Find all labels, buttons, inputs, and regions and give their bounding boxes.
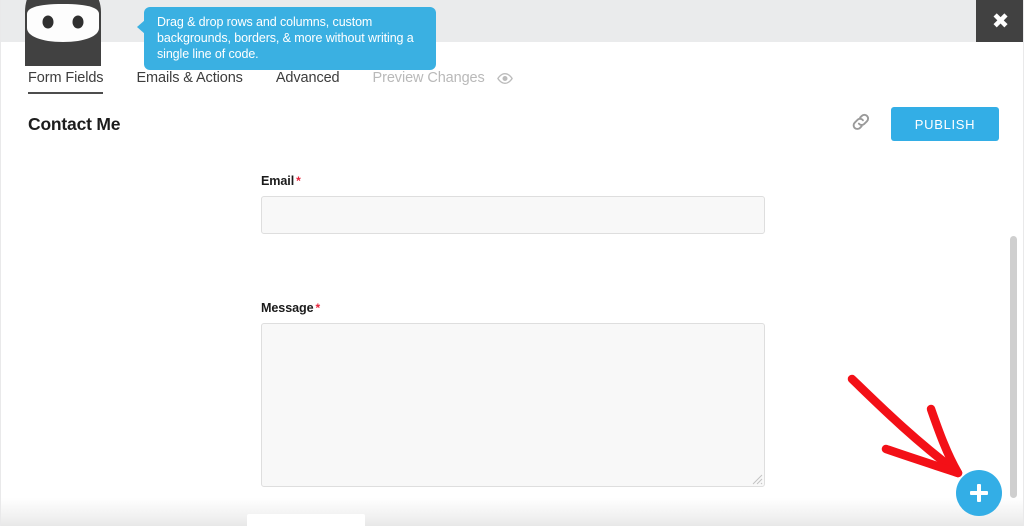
message-label-text: Message (261, 301, 314, 315)
add-field-fab[interactable] (956, 470, 1002, 516)
eye-icon (496, 72, 513, 88)
close-icon: ✖ (991, 8, 1010, 33)
email-field-label: Email * (261, 174, 765, 188)
tab-advanced[interactable]: Advanced (276, 70, 340, 94)
top-bar: Drag & drop rows and columns, custom bac… (1, 0, 1023, 70)
tab-form-fields[interactable]: Form Fields (28, 70, 104, 94)
email-input[interactable] (261, 196, 765, 234)
bottom-peeking-card (247, 514, 365, 526)
email-required-mark: * (296, 174, 301, 188)
annotation-arrow (847, 374, 963, 478)
form-field-message[interactable]: Message * (261, 301, 765, 487)
close-button[interactable]: ✖ (976, 0, 1023, 42)
tab-form-fields-label: Form Fields (28, 70, 104, 86)
vertical-scrollbar[interactable] (1010, 104, 1022, 526)
form-field-email[interactable]: Email * (261, 174, 765, 234)
message-textarea[interactable] (261, 323, 765, 487)
form-canvas: Email * Message * (261, 174, 765, 487)
field-spacer (261, 234, 765, 301)
tab-emails-actions[interactable]: Emails & Actions (136, 70, 242, 94)
message-field-label: Message * (261, 301, 765, 315)
tab-preview-changes[interactable]: Preview Changes (373, 70, 513, 96)
tab-advanced-label: Advanced (275, 70, 340, 86)
form-title: Contact Me (28, 114, 121, 134)
message-textarea-wrap (261, 323, 765, 487)
chain-link-icon[interactable] (849, 110, 873, 139)
bottom-panel-fade (1, 498, 1023, 526)
publish-button[interactable]: PUBLISH (891, 107, 999, 141)
scrollbar-thumb[interactable] (1010, 236, 1017, 498)
header-actions: PUBLISH (849, 107, 999, 141)
builder-tabs: Form Fields Emails & Actions Advanced Pr… (28, 70, 546, 96)
plus-icon (970, 484, 988, 502)
builder-header: Form Fields Emails & Actions Advanced Pr… (1, 42, 1023, 141)
message-required-mark: * (315, 301, 321, 315)
tab-preview-changes-label: Preview Changes (372, 70, 485, 86)
form-builder-window: Drag & drop rows and columns, custom bac… (0, 0, 1024, 526)
tab-emails-actions-label: Emails & Actions (136, 70, 243, 86)
email-label-text: Email (261, 174, 295, 188)
